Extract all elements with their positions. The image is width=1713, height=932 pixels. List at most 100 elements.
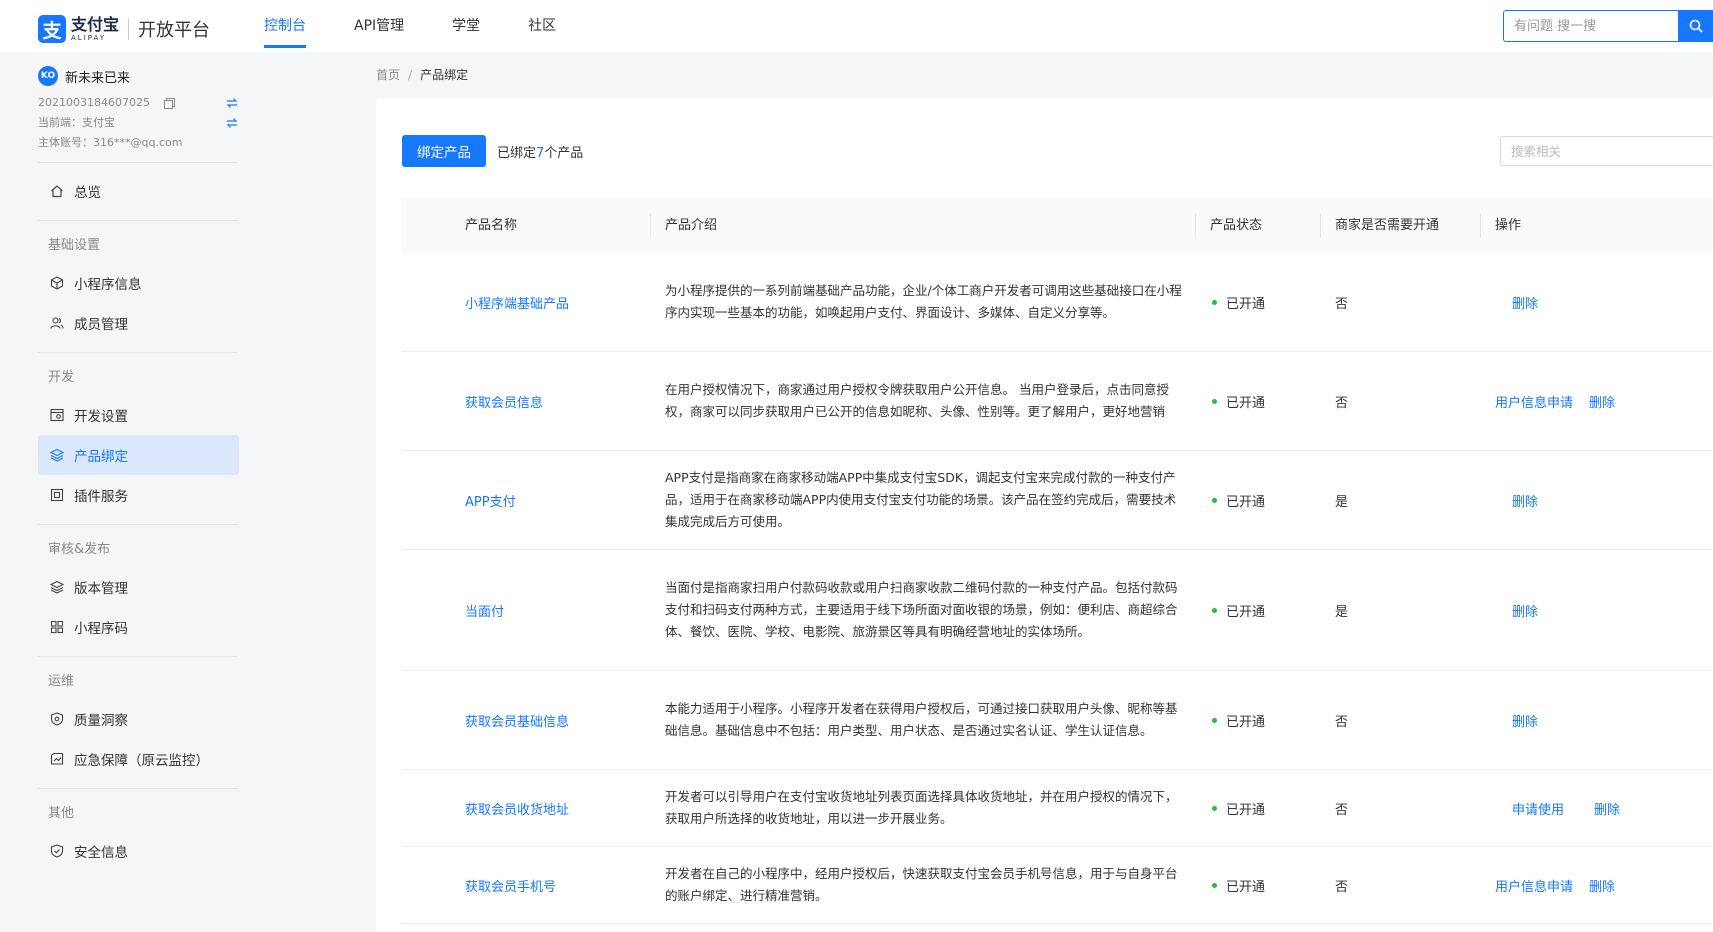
sidebar-item-label: 成员管理 (74, 317, 128, 333)
delete-link[interactable]: 删除 (1594, 799, 1620, 818)
need-open-value: 否 (1335, 395, 1349, 411)
nav-academy[interactable]: 学堂 (452, 0, 480, 52)
nav-console[interactable]: 控制台 (264, 0, 306, 52)
bound-count-text: 已绑定7个产品 (497, 142, 583, 161)
breadcrumb: 首页 / 产品绑定 (376, 66, 468, 83)
product-name-link[interactable]: 获取会员基础信息 (465, 711, 569, 730)
delete-link[interactable]: 删除 (1512, 293, 1538, 312)
product-table: 产品名称 产品介绍 产品状态 商家是否需要开通 操作 小程序端基础产品 为小程序… (402, 199, 1713, 924)
delete-link[interactable]: 删除 (1512, 601, 1538, 620)
sidebar-item-members[interactable]: 成员管理 (38, 303, 239, 343)
delete-link[interactable]: 删除 (1512, 711, 1538, 730)
need-open-value: 否 (1335, 879, 1349, 895)
header-search (1503, 10, 1713, 42)
sidebar-item-security-info[interactable]: 安全信息 (38, 831, 239, 871)
product-search-input[interactable] (1500, 136, 1713, 166)
status-badge: 已开通 (1212, 293, 1265, 312)
status-dot (1212, 299, 1217, 305)
product-desc: 开发者在自己的小程序中，经用户授权后，快速获取支付宝会员手机号信息，用于与自身平… (665, 866, 1178, 903)
shield-check-icon (50, 844, 64, 858)
product-desc: 为小程序提供的一系列前端基础产品功能，企业/个体工商户开发者可调用这些基础接口在… (665, 283, 1182, 320)
status-text: 已开通 (1226, 802, 1266, 818)
sidebar-item-quality-insight[interactable]: 质量洞察 (38, 699, 239, 739)
sidebar-divider (38, 220, 238, 221)
logo-cn: 支付宝 (71, 14, 120, 34)
status-dot (1212, 398, 1217, 404)
col-product-status: 产品状态 (1210, 218, 1263, 233)
user-info-apply-link[interactable]: 用户信息申请 (1495, 876, 1573, 895)
status-dot (1212, 805, 1217, 811)
col-product-desc: 产品介绍 (665, 218, 718, 233)
top-header: 支 支付宝 ALIPAY 开放平台 控制台 API管理 学堂 社区 (0, 0, 1713, 52)
product-desc: 开发者可以引导用户在支付宝收货地址列表页面选择具体收货地址，并在用户授权的情况下… (665, 789, 1178, 826)
sidebar-item-version-management[interactable]: 版本管理 (38, 567, 239, 607)
sidebar-item-dev-settings[interactable]: 开发设置 (38, 395, 239, 435)
app-name-row: KO 新未来已来 (38, 66, 250, 86)
sidebar-item-emergency-support[interactable]: 应急保障（原云监控） (38, 739, 239, 779)
need-open-value: 否 (1335, 802, 1349, 818)
table-header: 产品名称 产品介绍 产品状态 商家是否需要开通 操作 (402, 199, 1713, 253)
product-name-link[interactable]: 小程序端基础产品 (465, 293, 569, 312)
status-badge: 已开通 (1212, 601, 1265, 620)
sidebar-item-product-binding[interactable]: 产品绑定 (38, 435, 239, 475)
plugin-icon (50, 488, 64, 502)
status-badge: 已开通 (1212, 711, 1265, 730)
status-badge: 已开通 (1212, 876, 1265, 895)
cube-icon (50, 276, 64, 290)
main-content: 绑定产品 已绑定7个产品 产品名称 产品介绍 产品状态 商家是否需要开通 操作 … (376, 98, 1713, 932)
apply-use-link[interactable]: 申请使用 (1512, 799, 1564, 818)
group-title-basic: 基础设置 (48, 238, 101, 253)
sidebar-item-plugin-service[interactable]: 插件服务 (38, 475, 239, 515)
product-name-link[interactable]: 获取会员手机号 (465, 876, 556, 895)
alipay-logo[interactable]: 支 支付宝 ALIPAY 开放平台 (38, 14, 210, 44)
alipay-logo-icon: 支 (38, 15, 66, 43)
layers-icon (50, 580, 64, 594)
product-name-link[interactable]: 获取会员收货地址 (465, 799, 569, 818)
breadcrumb-home[interactable]: 首页 (376, 68, 400, 82)
status-text: 已开通 (1226, 604, 1266, 620)
switch-end-icon[interactable] (226, 117, 238, 129)
product-name-link[interactable]: 当面付 (465, 601, 504, 620)
copy-icon[interactable] (163, 97, 175, 109)
app-id: 2021003184607025 (38, 96, 150, 109)
user-info-apply-link[interactable]: 用户信息申请 (1495, 392, 1573, 411)
delete-link[interactable]: 删除 (1589, 876, 1615, 895)
top-nav: 控制台 API管理 学堂 社区 (264, 0, 604, 52)
sidebar-item-mini-app-code[interactable]: 小程序码 (38, 607, 239, 647)
delete-link[interactable]: 删除 (1512, 491, 1538, 510)
sidebar-divider (38, 162, 238, 163)
product-name-link[interactable]: APP支付 (465, 491, 516, 510)
sidebar-divider (38, 788, 238, 789)
switch-app-icon[interactable] (226, 97, 238, 109)
sidebar-item-label: 应急保障（原云监控） (74, 753, 209, 769)
header-search-input[interactable] (1503, 10, 1678, 42)
product-name-link[interactable]: 获取会员信息 (465, 392, 543, 411)
delete-link[interactable]: 删除 (1589, 392, 1615, 411)
nav-api-management[interactable]: API管理 (354, 0, 404, 52)
cloud-monitor-icon (50, 752, 64, 766)
breadcrumb-current: 产品绑定 (420, 68, 469, 82)
sidebar-item-label: 插件服务 (74, 489, 128, 505)
current-end-row: 当前端：支付宝 (38, 113, 238, 133)
nav-community[interactable]: 社区 (528, 0, 556, 52)
column-divider (1195, 214, 1196, 238)
main-account-row: 主体账号：316***@qq.com (38, 133, 238, 153)
col-actions: 操作 (1495, 218, 1522, 233)
header-search-button[interactable] (1678, 10, 1713, 42)
status-text: 已开通 (1226, 714, 1266, 730)
sidebar-item-overview[interactable]: 总览 (38, 171, 239, 211)
need-open-value: 是 (1335, 494, 1349, 510)
sidebar-item-mini-app-info[interactable]: 小程序信息 (38, 263, 239, 303)
grid-icon (50, 620, 64, 634)
breadcrumb-separator: / (408, 68, 413, 82)
platform-name: 开放平台 (138, 20, 211, 41)
status-text: 已开通 (1226, 494, 1266, 510)
bind-product-button[interactable]: 绑定产品 (402, 135, 486, 167)
product-desc: 在用户授权情况下，商家通过用户授权令牌获取用户公开信息。 当用户登录后，点击同意… (665, 382, 1169, 419)
sidebar: KO 新未来已来 2021003184607025 当前端：支付宝 主体账号：3… (0, 52, 250, 932)
logo-wordmark: 支付宝 ALIPAY (71, 14, 120, 42)
status-dot (1212, 497, 1217, 503)
sidebar-item-label: 开发设置 (74, 409, 128, 425)
need-open-value: 否 (1335, 296, 1349, 312)
table-row: 获取会员手机号 开发者在自己的小程序中，经用户授权后，快速获取支付宝会员手机号信… (402, 847, 1713, 924)
